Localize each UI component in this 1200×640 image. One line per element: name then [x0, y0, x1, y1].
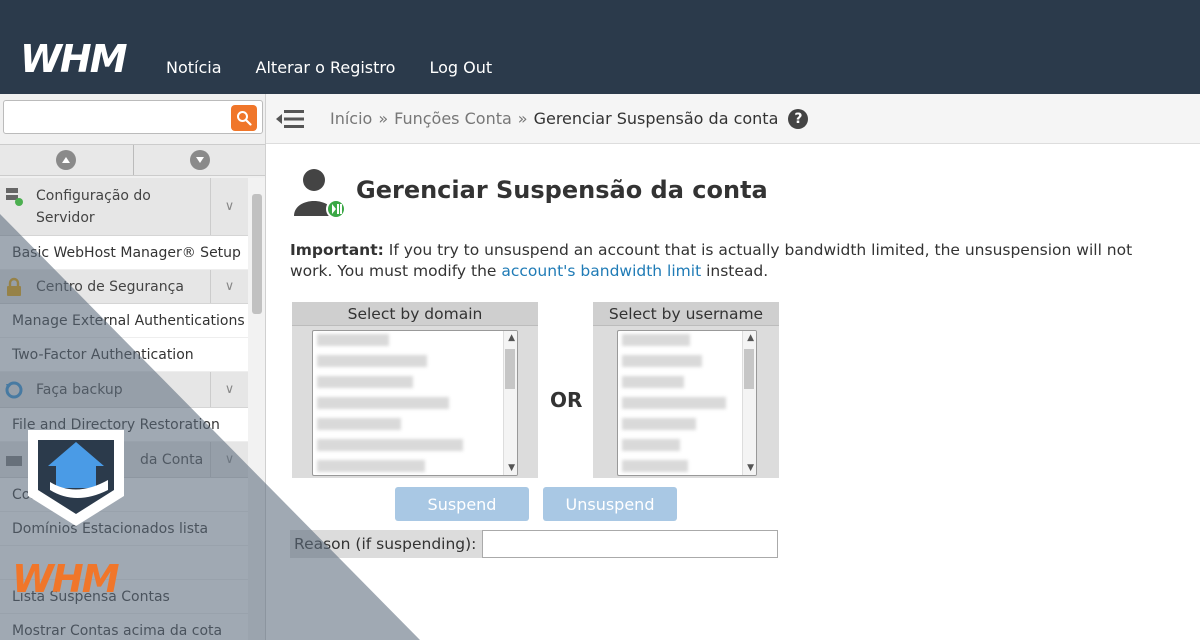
- chevron-up-icon: [56, 150, 77, 170]
- sidebar-group-label: Servidor: [36, 209, 95, 226]
- select-by-domain-panel: Select by domain ▲ ▼: [292, 302, 538, 478]
- sidebar-item-external-auth[interactable]: Manage External Authentications: [0, 304, 248, 338]
- collapse-all-button[interactable]: [0, 145, 134, 175]
- nav-noticia[interactable]: Notícia: [166, 58, 222, 77]
- select-by-username-label: Select by username: [593, 302, 779, 326]
- sidebar-collapse-controls: [0, 144, 266, 176]
- chevron-down-icon[interactable]: ∨: [210, 442, 248, 477]
- nav-alterar-registro[interactable]: Alterar o Registro: [256, 58, 396, 77]
- page-title: Gerenciar Suspensão da conta: [356, 176, 768, 204]
- whm-logo-orange: WHM: [12, 558, 122, 598]
- unsuspend-button[interactable]: Unsuspend: [543, 487, 677, 521]
- notice-end: instead.: [701, 262, 769, 280]
- search-button[interactable]: [231, 105, 257, 131]
- breadcrumb-separator: »: [378, 109, 389, 128]
- breadcrumb-separator: »: [517, 109, 528, 128]
- help-icon[interactable]: ?: [788, 108, 809, 129]
- sidebar-item-two-factor[interactable]: Two-Factor Authentication: [0, 338, 248, 372]
- house-shield-icon: [28, 430, 124, 526]
- bandwidth-limit-link[interactable]: account's bandwidth limit: [501, 262, 701, 280]
- svg-text:WHM: WHM: [12, 558, 120, 598]
- chevron-down-icon[interactable]: ∨: [210, 372, 248, 407]
- whm-logo[interactable]: WHM: [18, 38, 142, 78]
- sidebar-item-basic-setup[interactable]: Basic WebHost Manager® Setup: [0, 236, 248, 270]
- scroll-down-icon[interactable]: ▼: [508, 463, 515, 473]
- lock-icon: [7, 277, 21, 296]
- reason-input[interactable]: [482, 530, 778, 558]
- top-navigation: Notícia Alterar o Registro Log Out: [166, 58, 492, 77]
- account-icon: [6, 456, 22, 466]
- expand-all-button[interactable]: [134, 145, 266, 175]
- select-by-username-panel: Select by username ▲ ▼: [593, 302, 779, 478]
- select-by-domain-label: Select by domain: [292, 302, 538, 326]
- username-listbox[interactable]: ▲ ▼: [617, 330, 757, 476]
- sidebar-group-server-config[interactable]: Configuração do Servidor ∨: [0, 178, 248, 236]
- chevron-down-icon[interactable]: ∨: [210, 270, 248, 303]
- breadcrumb-current: Gerenciar Suspensão da conta: [533, 109, 779, 128]
- chevron-down-icon[interactable]: ∨: [210, 178, 248, 235]
- domain-listbox[interactable]: ▲ ▼: [312, 330, 518, 476]
- account-suspend-icon: [294, 169, 346, 219]
- chevron-down-icon: [189, 150, 210, 170]
- suspend-button[interactable]: Suspend: [395, 487, 529, 521]
- sidebar-group-label: Configuração do: [36, 187, 151, 204]
- important-notice: Important: If you try to unsuspend an ac…: [290, 240, 1170, 282]
- domain-list-scrollbar[interactable]: ▲ ▼: [503, 331, 517, 475]
- username-list-scrollbar[interactable]: ▲ ▼: [742, 331, 756, 475]
- sidebar-group-backup[interactable]: Faça backup ∨: [0, 372, 248, 408]
- sidebar-group-security[interactable]: Centro de Segurança ∨: [0, 270, 248, 304]
- top-header: WHM Notícia Alterar o Registro Log Out: [0, 0, 1200, 94]
- breadcrumb-account-functions[interactable]: Funções Conta: [394, 109, 512, 128]
- sidebar-group-label: da Conta: [140, 451, 204, 468]
- sidebar-scroll-thumb[interactable]: [252, 194, 262, 314]
- or-separator: OR: [550, 388, 583, 412]
- sidebar-item-over-quota[interactable]: Mostrar Contas acima da cota: [0, 614, 248, 640]
- reason-label: Reason (if suspending):: [290, 530, 482, 558]
- scroll-up-icon[interactable]: ▲: [508, 333, 515, 343]
- menu-toggle-icon[interactable]: [276, 108, 304, 130]
- search-icon: [237, 111, 252, 126]
- scroll-down-icon[interactable]: ▼: [747, 463, 754, 473]
- nav-log-out[interactable]: Log Out: [429, 58, 492, 77]
- notice-bold: Important:: [290, 241, 384, 259]
- breadcrumb-home[interactable]: Início: [330, 109, 372, 128]
- server-icon: [6, 188, 23, 206]
- breadcrumb: Início » Funções Conta » Gerenciar Suspe…: [266, 94, 1200, 144]
- sidebar-group-label: Centro de Segurança: [36, 278, 184, 295]
- sidebar-group-label: Faça backup: [36, 381, 123, 398]
- scroll-up-icon[interactable]: ▲: [747, 333, 754, 343]
- backup-icon: [5, 381, 23, 399]
- sidebar-search-input[interactable]: [3, 100, 263, 134]
- svg-text:WHM: WHM: [20, 38, 128, 78]
